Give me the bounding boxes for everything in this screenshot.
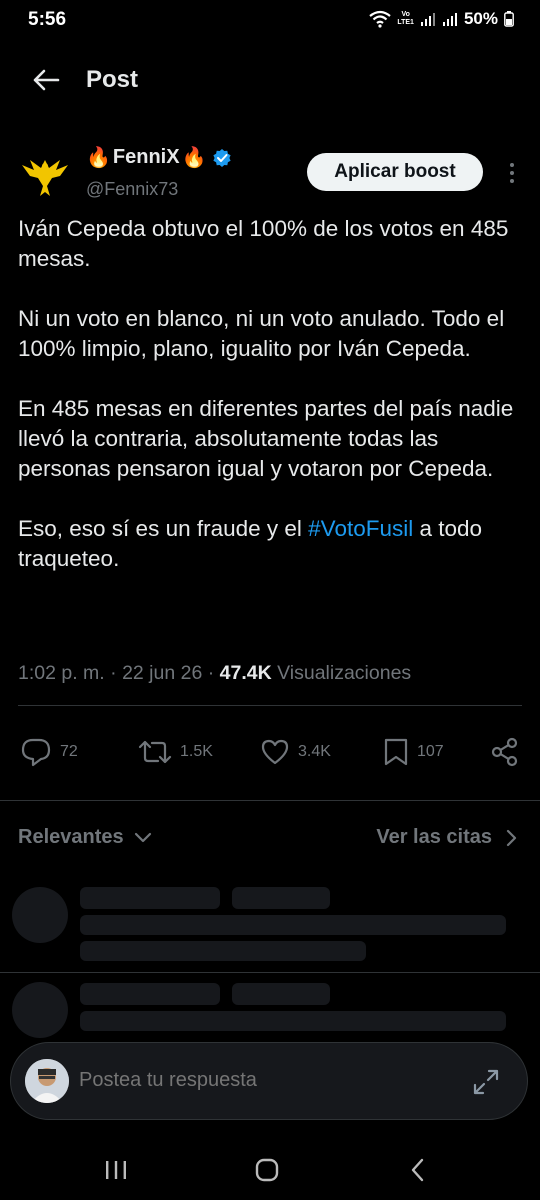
- repost-count: 1.5K: [180, 743, 213, 760]
- back-button[interactable]: [28, 64, 64, 96]
- post-time: 1:02 p. m.: [18, 662, 105, 684]
- signal-icon: [420, 13, 435, 26]
- reply-input[interactable]: [79, 1069, 439, 1092]
- system-navigation-bar: [0, 1140, 540, 1200]
- share-icon: [491, 737, 518, 767]
- heart-icon: [261, 739, 289, 765]
- post-metadata: 1:02 p. m. · 22 jun 26 · 47.4K Visualiza…: [18, 662, 412, 684]
- post-actions-bar: 72 1.5K 3.4K 107: [0, 728, 540, 776]
- reply-count: 72: [60, 743, 78, 760]
- reply-composer[interactable]: [10, 1042, 528, 1120]
- battery-icon: [504, 11, 514, 27]
- post-paragraph: En 485 mesas en diferentes partes del pa…: [18, 396, 514, 481]
- phoenix-logo-icon: [22, 160, 68, 196]
- fire-emoji-right: 🔥: [181, 147, 207, 169]
- home-icon: [255, 1158, 279, 1182]
- status-bar: 5:56 Vo LTE1 50%: [0, 0, 540, 40]
- views-count: 47.4K: [219, 662, 272, 684]
- view-quotes-label: Ver las citas: [376, 826, 492, 848]
- author-name[interactable]: 🔥 FenniX 🔥: [86, 145, 232, 170]
- home-button[interactable]: [247, 1150, 287, 1190]
- post-paragraph-last: Eso, eso sí es un fraude y el #VotoFusil…: [18, 514, 528, 574]
- chevron-down-icon: [134, 832, 151, 842]
- bookmark-icon: [384, 738, 408, 766]
- skeleton-line: [80, 941, 366, 961]
- recent-apps-icon: [106, 1161, 126, 1179]
- share-button[interactable]: [490, 728, 520, 776]
- recent-apps-button[interactable]: [96, 1150, 136, 1190]
- author-avatar[interactable]: [16, 148, 74, 206]
- view-quotes-link[interactable]: Ver las citas: [376, 826, 518, 849]
- divider: [0, 800, 540, 801]
- post-date: 22 jun 26: [122, 662, 203, 684]
- bookmark-count: 107: [417, 743, 444, 760]
- author-handle[interactable]: @Fennix73: [86, 179, 178, 200]
- chevron-left-icon: [411, 1158, 424, 1182]
- skeleton-avatar: [12, 887, 68, 943]
- reply-icon: [21, 738, 51, 767]
- skeleton-line: [232, 983, 330, 1005]
- page-title: Post: [86, 66, 139, 93]
- more-options-icon[interactable]: [500, 158, 524, 188]
- status-time: 5:56: [28, 9, 67, 30]
- repost-button[interactable]: 1.5K: [138, 728, 213, 776]
- reply-button[interactable]: 72: [20, 728, 78, 776]
- skeleton-line: [80, 1011, 506, 1031]
- signal-2-icon: [442, 13, 457, 26]
- post-paragraph: Ni un voto en blanco, ni un voto anulado…: [18, 306, 505, 361]
- boost-button[interactable]: Aplicar boost: [307, 153, 483, 191]
- repost-icon: [138, 740, 172, 764]
- wifi-icon: [369, 10, 392, 28]
- volte-indicator: Vo LTE1: [397, 11, 414, 26]
- expand-icon: [473, 1069, 499, 1095]
- battery-percent: 50%: [463, 9, 498, 28]
- skeleton-avatar: [12, 982, 68, 1038]
- post-text: Iván Cepeda obtuvo el 100% de los votos …: [18, 214, 528, 604]
- skeleton-line: [80, 915, 506, 935]
- user-avatar: [25, 1059, 69, 1103]
- like-count: 3.4K: [298, 743, 331, 760]
- arrow-left-icon: [33, 69, 60, 91]
- like-button[interactable]: 3.4K: [260, 728, 331, 776]
- system-back-button[interactable]: [398, 1150, 438, 1190]
- verified-badge-icon: [213, 148, 232, 167]
- skeleton-line: [80, 887, 220, 909]
- hashtag-link[interactable]: #VotoFusil: [308, 516, 413, 541]
- author-display-name: FenniX: [112, 146, 180, 168]
- user-photo-icon: [25, 1059, 69, 1103]
- top-header: Post: [0, 50, 540, 110]
- sort-label: Relevantes: [18, 826, 124, 848]
- bookmark-button[interactable]: 107: [383, 728, 444, 776]
- post-paragraph: Iván Cepeda obtuvo el 100% de los votos …: [18, 216, 509, 271]
- divider: [0, 972, 540, 973]
- skeleton-line: [232, 887, 330, 909]
- fire-emoji-left: 🔥: [86, 147, 111, 169]
- skeleton-line: [80, 983, 220, 1005]
- sort-replies-dropdown[interactable]: Relevantes: [18, 826, 152, 849]
- divider: [18, 705, 522, 706]
- expand-button[interactable]: [471, 1067, 501, 1097]
- chevron-right-icon: [506, 829, 517, 846]
- post-text-segment: Eso, eso sí es un fraude y el: [18, 516, 309, 541]
- views-label[interactable]: Visualizaciones: [277, 662, 411, 684]
